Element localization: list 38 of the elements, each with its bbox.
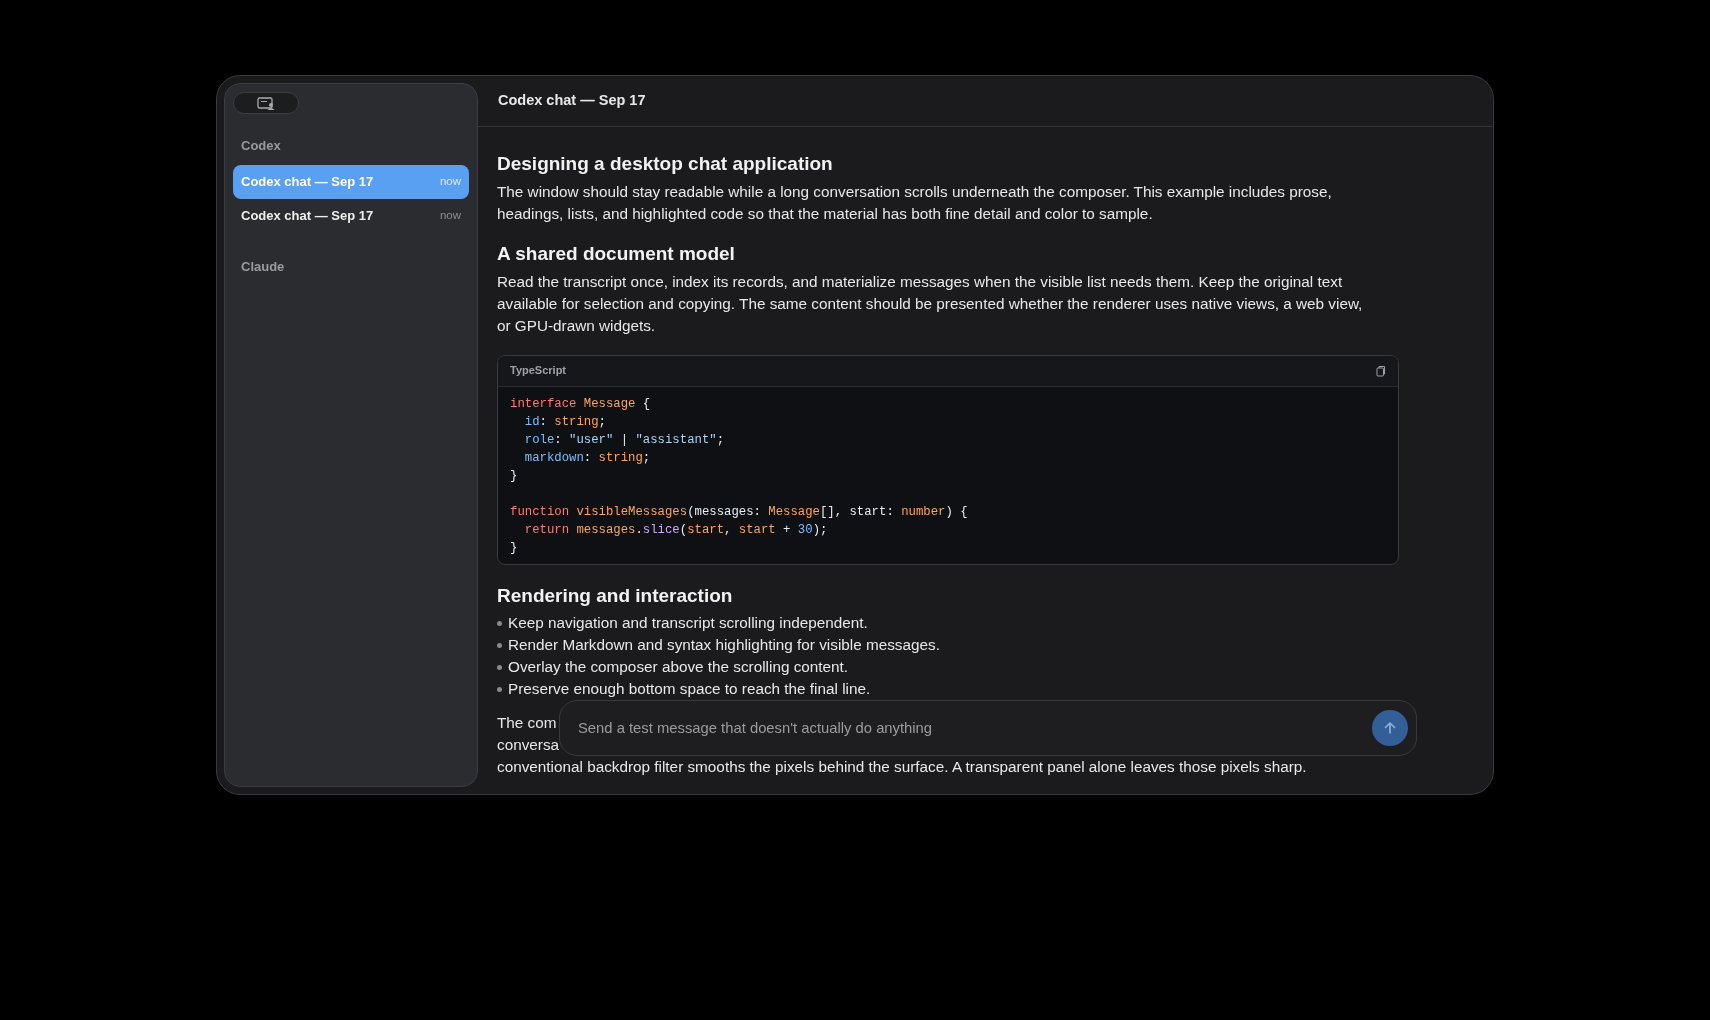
paragraph-line: conversa <box>497 735 560 756</box>
bullet-icon <box>497 664 502 670</box>
code-language: TypeScript <box>510 363 567 379</box>
list-item: Preserve enough bottom space to reach the final line. <box>508 679 871 700</box>
paragraph: Read the transcript once, index its records, and materialize messages when the visible list needs them. Keep the original text available for selection and copying. The same content should be presented whether the renderer uses native views, a web view, or GPU-drawn widgets. <box>497 271 1364 336</box>
paragraph-line: The com <box>497 713 557 734</box>
code-line: } <box>510 467 519 485</box>
section-heading: Designing a desktop chat application <box>497 153 834 176</box>
paragraph: The window should stay readable while a long conversation scrolls underneath the composer. This example includes prose, headings, lists, and highlighted code so that the material has both fine detail and color to sample. <box>497 181 1333 224</box>
copy-icon[interactable] <box>1376 364 1386 377</box>
section-label: Codex <box>240 137 282 155</box>
sidebar-icon <box>257 96 275 110</box>
send-button[interactable] <box>1372 710 1408 746</box>
chat-title: Codex chat — Sep 17 <box>498 91 646 111</box>
list-item: Overlay the composer above the scrolling content. <box>508 657 849 678</box>
section-heading: Rendering and interaction <box>497 584 734 608</box>
bullet-icon <box>497 620 502 626</box>
timestamp: now <box>439 173 461 189</box>
chat-item[interactable]: Codex chat — Sep 17 now <box>233 198 469 233</box>
section-label: Claude <box>240 257 286 276</box>
code-line: interface Message { <box>510 395 652 413</box>
code-line: return messages.slice(start, start + 30); <box>523 521 829 539</box>
code-line: role: "user" | "assistant"; <box>523 431 726 449</box>
code-line: id: string; <box>523 413 607 431</box>
message-composer[interactable]: Send a test message that doesn't actually do anything <box>559 700 1417 756</box>
code-line: function visibleMessages(messages: Message[], start: number) { <box>510 503 969 521</box>
arrow-up-icon <box>1383 721 1397 735</box>
paragraph-line: conventional backdrop filter smooths the pixels behind the surface. A transparent panel alone leaves those pixels sharp. <box>497 757 1307 778</box>
list-item: Keep navigation and transcript scrolling independent. <box>508 613 868 634</box>
list-item: Render Markdown and syntax highlighting for visible messages. <box>508 635 940 656</box>
section-heading: A shared document model <box>497 242 736 266</box>
message-input[interactable]: Send a test message that doesn't actually do anything <box>576 715 1372 741</box>
code-line: } <box>510 539 519 557</box>
bullet-icon <box>497 642 502 648</box>
code-line: markdown: string; <box>523 449 652 467</box>
bullet-icon <box>497 686 502 692</box>
timestamp: now <box>439 207 461 223</box>
sidebar-toggle-button[interactable] <box>233 92 299 114</box>
